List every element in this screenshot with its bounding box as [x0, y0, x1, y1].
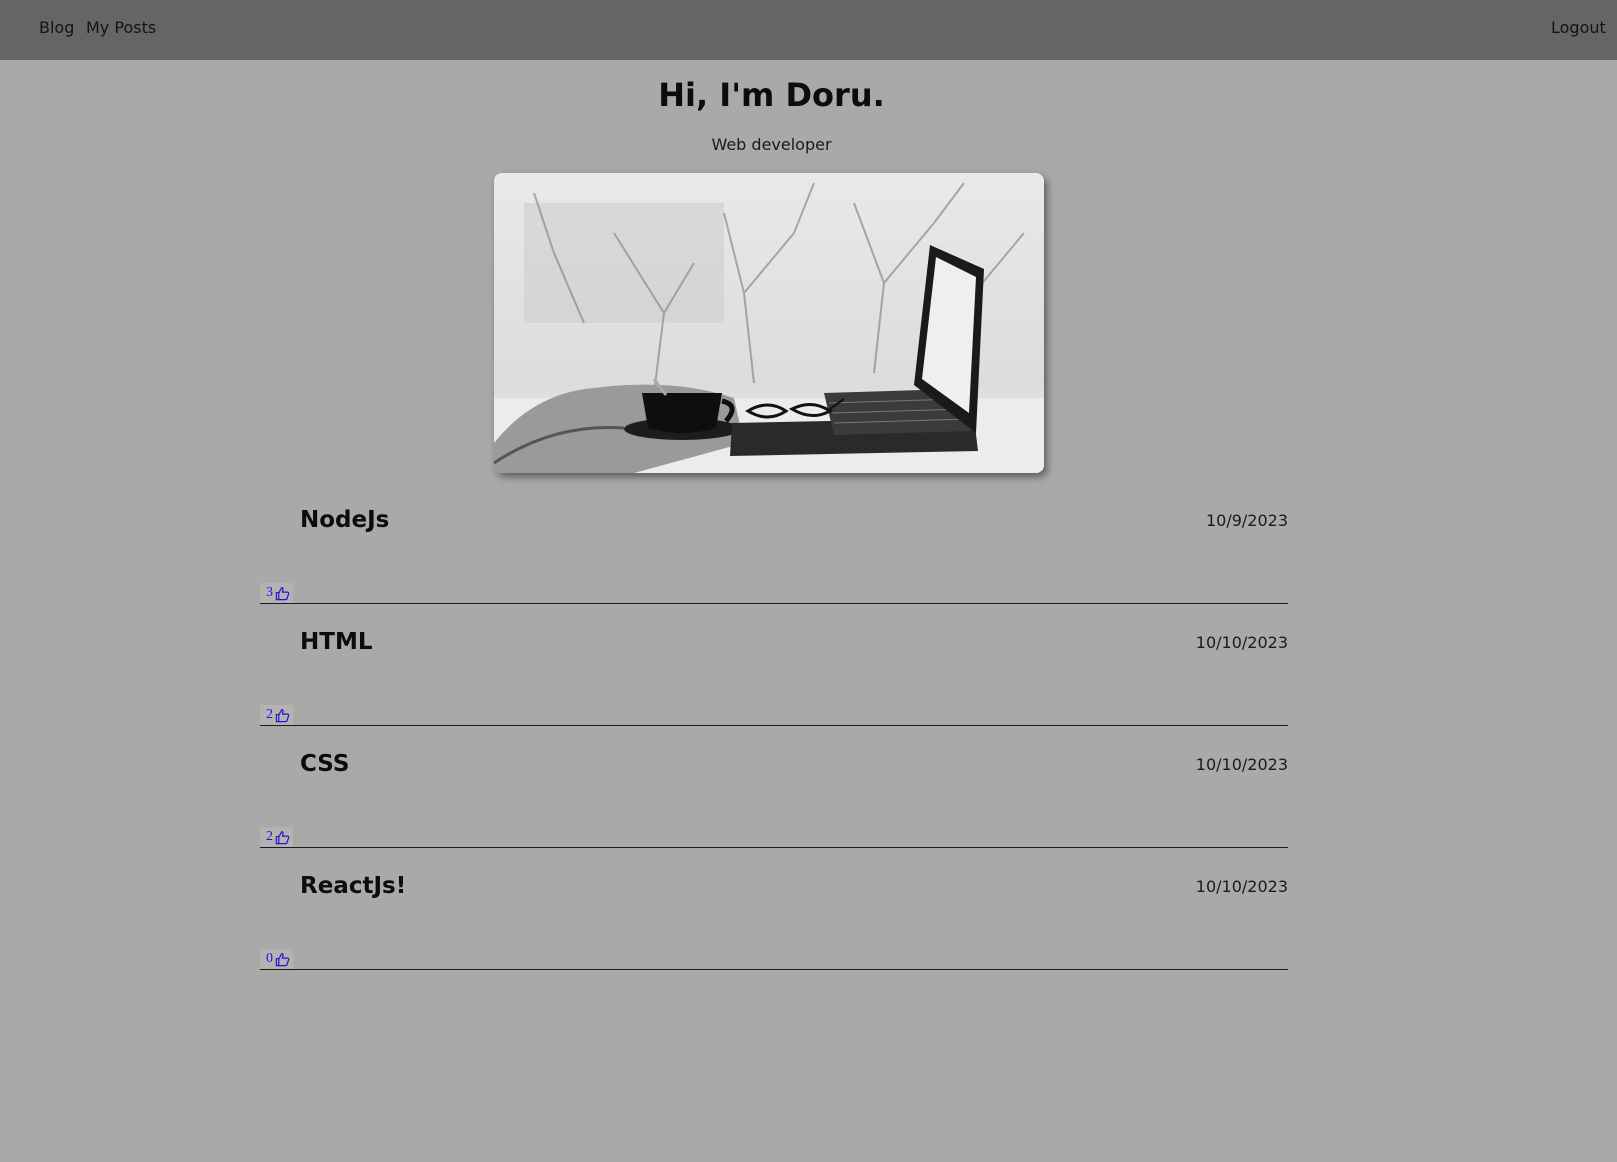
post-item: CSS 10/10/2023 2 [260, 751, 1288, 848]
like-button[interactable]: 2 [260, 705, 293, 725]
post-title[interactable]: NodeJs [300, 507, 389, 533]
page-subtitle: Web developer [711, 135, 832, 154]
thumbs-up-icon [275, 952, 290, 966]
hero-image [494, 173, 1044, 473]
laptop-coffee-photo-icon [494, 173, 1044, 473]
post-date: 10/10/2023 [1195, 755, 1288, 774]
like-count: 3 [266, 585, 273, 600]
thumbs-up-icon [275, 586, 290, 600]
like-count: 2 [266, 829, 273, 844]
post-title[interactable]: CSS [300, 751, 349, 777]
like-count: 2 [266, 707, 273, 722]
post-date: 10/10/2023 [1195, 633, 1288, 652]
post-title[interactable]: ReactJs! [300, 873, 406, 899]
like-button[interactable]: 0 [260, 949, 293, 969]
nav-link-blog[interactable]: Blog [39, 18, 74, 37]
like-button[interactable]: 2 [260, 827, 293, 847]
nav-link-my-posts[interactable]: My Posts [86, 18, 156, 37]
post-date: 10/10/2023 [1195, 877, 1288, 896]
thumbs-up-icon [275, 708, 290, 722]
post-item: HTML 10/10/2023 2 [260, 629, 1288, 726]
post-item: ReactJs! 10/10/2023 0 [260, 873, 1288, 970]
page-title: Hi, I'm Doru. [658, 76, 885, 114]
post-date: 10/9/2023 [1205, 511, 1288, 530]
like-count: 0 [266, 951, 273, 966]
post-item: NodeJs 10/9/2023 3 [260, 507, 1288, 604]
logout-button[interactable]: Logout [1551, 18, 1606, 37]
navbar: Blog My Posts Logout [0, 0, 1617, 60]
like-button[interactable]: 3 [260, 583, 293, 603]
thumbs-up-icon [275, 830, 290, 844]
post-title[interactable]: HTML [300, 629, 372, 655]
